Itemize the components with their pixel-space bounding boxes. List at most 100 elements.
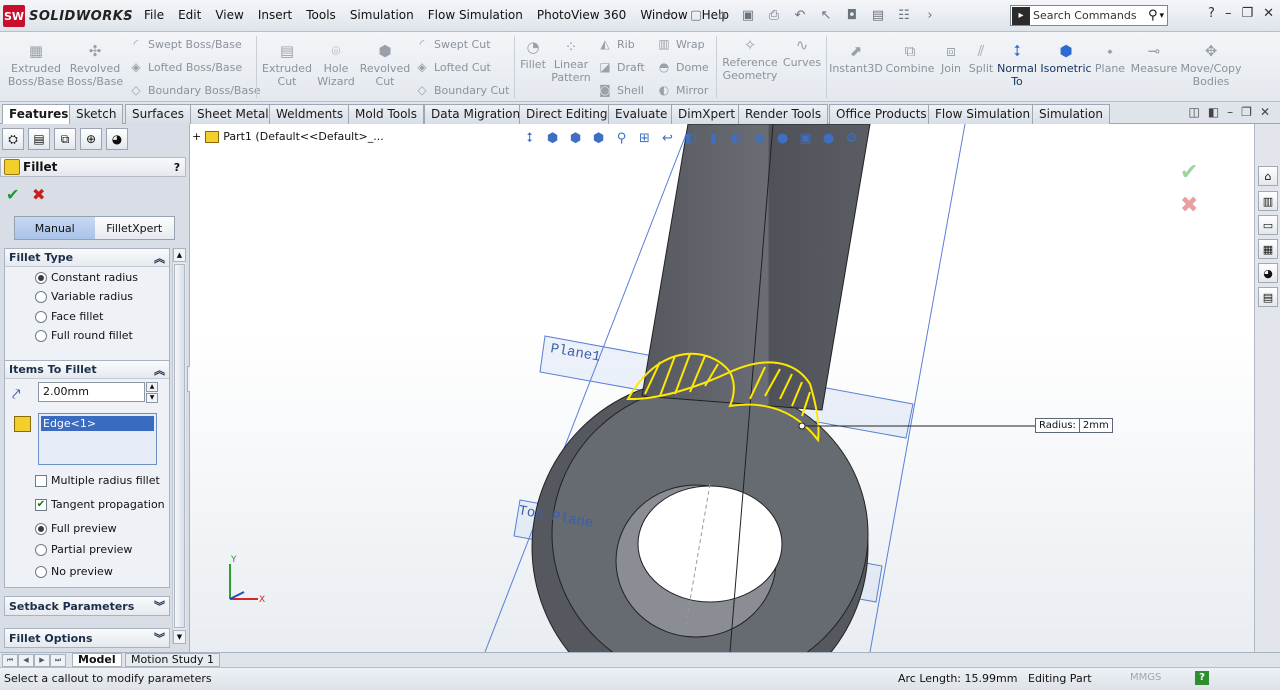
tab-surfaces[interactable]: Surfaces [125, 104, 191, 124]
expand-icon[interactable]: ︾ [154, 630, 165, 646]
radio-variable-radius[interactable] [35, 290, 47, 303]
tab-evaluate[interactable]: Evaluate [608, 104, 675, 124]
collapse-icon[interactable]: ︽ [154, 250, 165, 266]
dimxpert-manager-icon[interactable]: ⊕ [80, 128, 102, 150]
search-input[interactable]: Search Commands [1033, 9, 1148, 22]
pin-icon[interactable]: ⇨ [663, 9, 671, 20]
minimize-icon[interactable]: – [1225, 6, 1232, 21]
restore-icon[interactable]: ❐ [1241, 6, 1253, 21]
swept-cut-button[interactable]: ◜ Swept Cut [414, 36, 491, 52]
help-button[interactable]: ? [169, 161, 185, 174]
last-tab-icon[interactable]: ⏭ [50, 654, 66, 667]
custom-properties-icon[interactable]: ▤ [1258, 287, 1278, 307]
face-fillet-option[interactable]: Face fillet [35, 310, 104, 323]
doc-minimize-icon[interactable]: – [1227, 105, 1233, 119]
tab-sketch[interactable]: Sketch [69, 104, 124, 124]
setback-header[interactable]: Setback Parameters ︾ [5, 597, 169, 615]
plane-button[interactable]: ⬩ Plane [1094, 42, 1126, 75]
solidworks-resources-icon[interactable]: ⌂ [1258, 166, 1278, 186]
isometric-hud-icon[interactable]: ⬢ [589, 129, 608, 148]
tile-icon[interactable]: ◫ [1188, 105, 1199, 119]
tab-office-products[interactable]: Office Products [829, 104, 934, 124]
search-commands[interactable]: ▸ Search Commands ⚲ ▾ [1010, 5, 1168, 26]
rib-button[interactable]: ◭ Rib [597, 36, 634, 52]
menu-flow-simulation[interactable]: Flow Simulation [421, 8, 530, 22]
spin-down-icon[interactable]: ▼ [146, 393, 158, 403]
radio-no-preview[interactable] [35, 565, 47, 578]
radius-spinner[interactable]: ▲ ▼ [146, 382, 158, 403]
scroll-thumb[interactable] [174, 264, 185, 628]
menu-photoview[interactable]: PhotoView 360 [530, 8, 633, 22]
menu-simulation[interactable]: Simulation [343, 8, 421, 22]
ok-icon[interactable]: ✔ [6, 185, 19, 204]
quick-tips-button[interactable]: ? [1195, 671, 1209, 685]
cancel-icon[interactable]: ✖ [32, 185, 45, 204]
feature-manager-icon[interactable]: ⛭ [2, 128, 24, 150]
menu-view[interactable]: View [208, 8, 250, 22]
search-icon[interactable]: ⚲ [1148, 8, 1158, 23]
collapse-icon[interactable]: ︽ [154, 362, 165, 378]
mirror-button[interactable]: ◐ Mirror [656, 82, 709, 98]
logo-expand-icon[interactable]: ▸ [125, 9, 130, 20]
section-view-icon[interactable]: ◧ [681, 129, 700, 148]
hole-wizard-button[interactable]: ⌾ Hole Wizard [314, 42, 358, 88]
tab-mold-tools[interactable]: Mold Tools [348, 104, 425, 124]
prev-tab-icon[interactable]: ◀ [18, 654, 34, 667]
tab-data-migration[interactable]: Data Migration [424, 104, 528, 124]
radio-full-preview[interactable] [35, 522, 47, 535]
search-dropdown-icon[interactable]: ▾ [1159, 11, 1164, 21]
doc-close-icon[interactable]: ✕ [1260, 105, 1270, 119]
tab-weldments[interactable]: Weldments [269, 104, 351, 124]
help-menu-icon[interactable]: ? [1208, 6, 1215, 21]
extruded-cut-button[interactable]: ▤ Extruded Cut [262, 42, 312, 88]
tab-flow-simulation[interactable]: Flow Simulation [928, 104, 1038, 124]
close-icon[interactable]: ✕ [1263, 6, 1274, 21]
tab-features[interactable]: Features [2, 104, 76, 125]
cascade-icon[interactable]: ◧ [1208, 105, 1219, 119]
save-icon[interactable]: ▣ [738, 6, 758, 24]
callout-value[interactable]: 2mm [1078, 419, 1112, 432]
panel-scrollbar[interactable]: ▲ ▼ [172, 248, 186, 644]
reference-geometry-button[interactable]: ✧ Reference Geometry [722, 36, 778, 82]
property-manager-icon[interactable]: ▤ [28, 128, 50, 150]
draft-button[interactable]: ◪ Draft [597, 59, 644, 75]
tab-direct-editing[interactable]: Direct Editing [519, 104, 615, 124]
radius-input[interactable]: 2.00mm [38, 382, 145, 402]
revolved-cut-button[interactable]: ⬢ Revolved Cut [360, 42, 410, 88]
tab-dimxpert[interactable]: DimXpert [671, 104, 743, 124]
shell-button[interactable]: ◙ Shell [597, 82, 644, 98]
more-icon[interactable]: › [920, 6, 940, 24]
lofted-boss-button[interactable]: ◈ Lofted Boss/Base [128, 59, 242, 75]
file-properties-icon[interactable]: ▤ [868, 6, 888, 24]
scroll-down-icon[interactable]: ▼ [173, 630, 186, 644]
join-button[interactable]: ⧈ Join [938, 42, 964, 75]
menu-file[interactable]: File [137, 8, 171, 22]
display-style-icon[interactable]: ◐ [727, 129, 746, 148]
zoom-area-icon[interactable]: ⊞ [635, 129, 654, 148]
manual-mode-button[interactable]: Manual [15, 217, 95, 239]
apply-scene-icon[interactable]: ▣ [796, 129, 815, 148]
no-preview-option[interactable]: No preview [35, 565, 113, 578]
realview-icon[interactable]: ⚙ [842, 129, 861, 148]
curves-button[interactable]: ∿ Curves [782, 36, 822, 69]
dome-button[interactable]: ◓ Dome [656, 59, 709, 75]
checkbox-multiple-radius[interactable] [35, 474, 47, 487]
setback-parameters-group[interactable]: Setback Parameters ︾ [4, 596, 170, 616]
print-icon[interactable]: ⎙ [764, 6, 784, 24]
checkbox-tangent-propagation[interactable]: ✔ [35, 498, 47, 511]
radio-partial-preview[interactable] [35, 543, 47, 556]
tab-sheet-metal[interactable]: Sheet Metal [190, 104, 276, 124]
tab-motion-study[interactable]: Motion Study 1 [125, 653, 221, 667]
instant3d-button[interactable]: ⬈ Instant3D [829, 42, 883, 75]
next-tab-icon[interactable]: ▶ [34, 654, 50, 667]
spin-up-icon[interactable]: ▲ [146, 382, 158, 392]
rebuild-icon[interactable]: ◘ [842, 6, 862, 24]
view-orientation-icon[interactable]: ▮ [704, 129, 723, 148]
normal-to-button[interactable]: ⭥ Normal To [997, 42, 1037, 88]
isometric-button[interactable]: ⬢ Isometric [1040, 42, 1092, 75]
extruded-boss-button[interactable]: ▦ Extruded Boss/Base [8, 42, 64, 88]
radio-face-fillet[interactable] [35, 310, 47, 323]
menu-tools[interactable]: Tools [299, 8, 343, 22]
hide-show-icon[interactable]: ◉ [750, 129, 769, 148]
partial-preview-option[interactable]: Partial preview [35, 543, 132, 556]
